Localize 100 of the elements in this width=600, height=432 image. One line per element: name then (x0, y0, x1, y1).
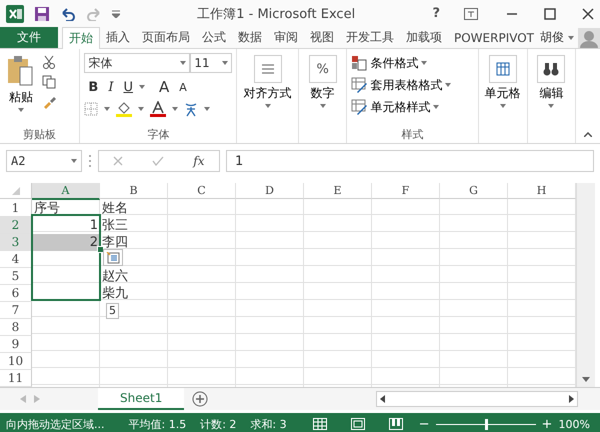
styles-menu-button[interactable]: 条件格式 (351, 53, 474, 73)
table-style-icon (351, 77, 368, 93)
name-box[interactable]: A2 (6, 150, 82, 172)
fill-handle[interactable] (97, 246, 104, 253)
styles-menu-button[interactable]: 套用表格格式 (351, 75, 474, 95)
zoom-out-button[interactable]: − (418, 416, 430, 432)
caret-icon (180, 61, 186, 65)
alignment-button[interactable]: 对齐方式 (242, 53, 294, 143)
caret-icon (445, 83, 452, 87)
row-header[interactable]: 7 (0, 302, 32, 319)
table-cell-text: 赵六 (101, 268, 129, 285)
copy-icon (42, 75, 56, 89)
caret-icon (138, 107, 144, 111)
count-value: 计数: 2 (200, 416, 236, 432)
scroll-right-icon (34, 395, 40, 403)
formula-input[interactable]: 1 (226, 150, 594, 172)
align-icon (254, 55, 282, 83)
row-header[interactable]: 1 (0, 200, 32, 217)
font-family-dropdown[interactable]: 宋体 (84, 53, 190, 73)
row-header[interactable]: 5 (0, 268, 32, 285)
auto-fill-options-button[interactable] (103, 249, 123, 266)
column-header[interactable]: C (168, 183, 236, 199)
ribbon-tab[interactable]: POWERPIVOT (448, 27, 540, 48)
italic-button[interactable]: I (104, 80, 118, 94)
font-size-dropdown[interactable]: 11 (190, 53, 232, 73)
column-header[interactable]: G (440, 183, 508, 199)
redo-icon (86, 6, 102, 20)
table-cell: 2 (32, 234, 100, 251)
check-icon (152, 156, 164, 166)
help-button[interactable]: ? (432, 6, 440, 21)
ribbon-tab[interactable]: 开发工具 (340, 27, 400, 48)
row-header[interactable]: 9 (0, 336, 32, 353)
row-header[interactable]: 6 (0, 285, 32, 302)
user-name[interactable]: 胡俊 (540, 29, 564, 46)
zoom-in-button[interactable]: + (542, 416, 552, 432)
customize-toolbar-icon (112, 10, 120, 18)
group-label: 字体 (146, 127, 170, 143)
table-cell-text: 姓名 (101, 200, 129, 217)
ribbon-tab[interactable]: 插入 (100, 27, 136, 48)
editing-button[interactable]: 编辑 (535, 53, 568, 143)
maximize-icon (544, 8, 556, 20)
caret-icon (500, 104, 506, 108)
ribbon-tab[interactable]: 视图 (304, 27, 340, 48)
ribbon-tab[interactable]: 审阅 (268, 27, 304, 48)
save-icon (34, 6, 50, 22)
phonetic-icon (184, 101, 198, 117)
average-value: 平均值: 1.5 (128, 416, 186, 432)
column-header[interactable]: E (304, 183, 372, 199)
file-tab[interactable]: 文件 (0, 27, 58, 48)
group-label: 样式 (400, 127, 424, 143)
horizontal-scrollbar[interactable] (376, 391, 578, 407)
zoom-slider-thumb[interactable] (484, 418, 488, 430)
row-header[interactable]: 11 (0, 370, 32, 387)
row-header[interactable]: 2 (0, 217, 32, 234)
row-header[interactable]: 8 (0, 319, 32, 336)
caret-icon (138, 85, 145, 89)
table-cell-text: 1 (88, 217, 99, 234)
row-header[interactable]: 10 (0, 353, 32, 370)
caret-icon (568, 36, 574, 40)
fill-color-icon (116, 101, 132, 117)
normal-view-icon (312, 418, 327, 430)
sheet-tab[interactable]: Sheet1 (98, 388, 184, 410)
bold-button[interactable]: B (84, 80, 102, 94)
caret-icon (421, 61, 428, 65)
column-header[interactable]: D (236, 183, 304, 199)
page-break-icon (388, 418, 403, 430)
cancel-icon (113, 156, 124, 166)
caret-icon (320, 104, 326, 108)
number-format-button[interactable]: % 数字 (306, 53, 339, 143)
caret-icon (433, 105, 440, 109)
column-header[interactable]: B (100, 183, 168, 199)
group-label: 剪贴板 (22, 127, 58, 143)
cells-button[interactable]: 单元格 (482, 53, 523, 143)
binoculars-icon (537, 55, 566, 83)
window-title: 工作簿1 - Microsoft Excel (196, 6, 356, 22)
scissors-icon (42, 55, 56, 69)
paste-button[interactable]: 粘贴 (4, 53, 38, 127)
row-header[interactable]: 4 (0, 251, 32, 268)
scroll-left-icon (20, 395, 26, 403)
collapse-ribbon-icon (584, 132, 592, 137)
insert-function-button[interactable]: fx (193, 154, 205, 168)
grow-font-button[interactable]: A (154, 78, 174, 96)
ribbon-tab[interactable]: 加载项 (400, 27, 448, 48)
close-icon (582, 8, 594, 20)
caret-icon (264, 104, 271, 108)
underline-button[interactable]: U (119, 80, 137, 94)
minimize-icon (506, 12, 518, 14)
add-sheet-icon (192, 391, 208, 407)
row-header[interactable]: 3 (0, 234, 32, 251)
column-header[interactable]: A (32, 183, 100, 200)
styles-menu-button[interactable]: 单元格样式 (351, 97, 474, 117)
column-header[interactable]: F (372, 183, 440, 199)
column-header[interactable]: H (508, 183, 576, 199)
zoom-level[interactable]: 100% (558, 418, 594, 430)
ribbon-tab[interactable]: 公式 (196, 27, 232, 48)
ribbon-tab[interactable]: 数据 (232, 27, 268, 48)
shrink-font-button[interactable]: A (175, 80, 191, 94)
ribbon-tab[interactable]: 页面布局 (136, 27, 196, 48)
caret-icon (104, 107, 110, 111)
ribbon-tab[interactable]: 开始 (62, 27, 100, 49)
